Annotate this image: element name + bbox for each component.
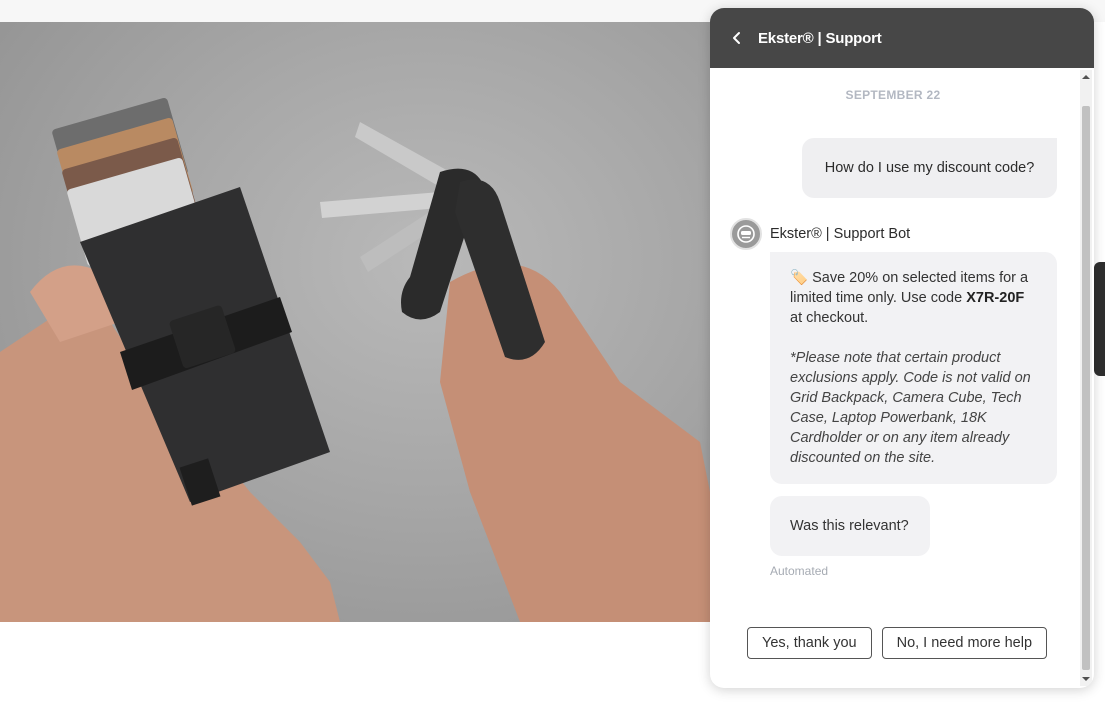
relevance-question-text: Was this relevant? (790, 518, 909, 534)
back-button[interactable] (726, 27, 748, 49)
automated-label: Automated (770, 564, 829, 578)
bot-message-offer: 🏷️ Save 20% on selected items for a limi… (790, 268, 1037, 328)
chevron-left-icon (733, 32, 740, 44)
user-message-bubble: How do I use my discount code? (802, 138, 1057, 198)
bot-name: Ekster® | Support Bot (770, 226, 911, 242)
date-separator: SEPTEMBER 22 (845, 88, 941, 102)
scroll-down-arrow-icon[interactable] (1080, 672, 1092, 686)
chat-messages: SEPTEMBER 22 How do I use my discount co… (710, 68, 1080, 688)
discount-code: X7R-20F (966, 290, 1025, 306)
robot-face-icon (737, 225, 755, 243)
hero-product-image (0, 22, 710, 622)
page: Ekster® | Support SEPTEMBER 22 How do I … (0, 0, 1105, 704)
scroll-up-arrow-icon[interactable] (1080, 70, 1092, 84)
side-feedback-tab[interactable] (1094, 262, 1105, 376)
relevance-question-bubble: Was this relevant? (770, 496, 930, 556)
offer-text-end: at checkout. (790, 310, 869, 326)
scrollbar-thumb[interactable] (1082, 106, 1090, 670)
chat-scrollbar[interactable] (1080, 70, 1092, 686)
bot-avatar (730, 218, 762, 250)
chat-widget: Ekster® | Support SEPTEMBER 22 How do I … (710, 8, 1094, 688)
need-more-help-button[interactable]: No, I need more help (881, 627, 1048, 659)
yes-thank-you-button[interactable]: Yes, thank you (747, 627, 872, 659)
chat-title: Ekster® | Support (758, 29, 882, 47)
tag-emoji-icon: 🏷️ (790, 270, 809, 286)
exclusions-note: *Please note that certain product exclus… (790, 350, 1031, 466)
bot-message-bubble: 🏷️ Save 20% on selected items for a limi… (770, 252, 1057, 484)
quick-replies: Yes, thank you No, I need more help (747, 627, 1048, 659)
product-photo-illustration (0, 97, 710, 622)
user-message-text: How do I use my discount code? (824, 160, 1035, 176)
chat-header: Ekster® | Support (710, 8, 1094, 68)
